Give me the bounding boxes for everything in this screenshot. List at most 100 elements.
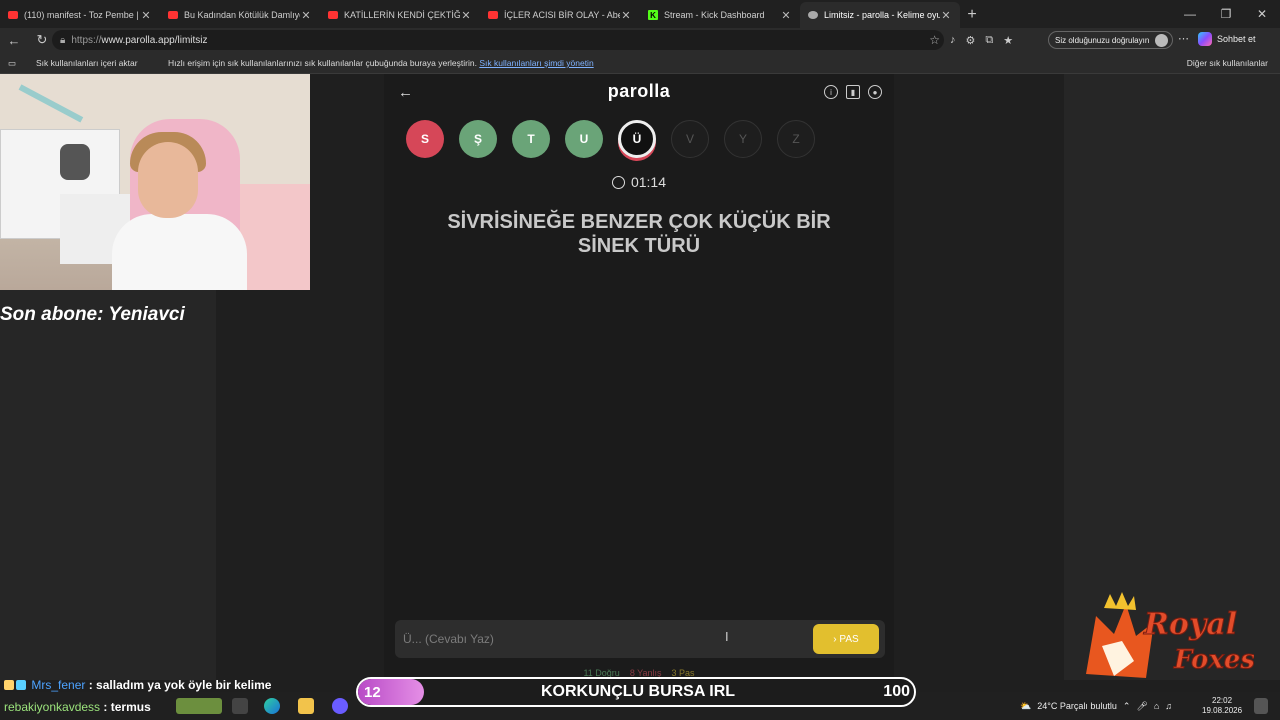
letter-t: T — [512, 120, 550, 158]
text-cursor-icon: I — [725, 629, 729, 644]
user-icon[interactable]: ● — [868, 85, 882, 99]
app-header: ← parolla i ▮ ● — [384, 74, 894, 112]
letter-y: Y — [724, 120, 762, 158]
globe-icon — [808, 11, 818, 19]
new-tab-button[interactable]: + — [960, 2, 984, 28]
favorite-star-icon[interactable]: ☆ — [929, 33, 940, 47]
chevron-up-icon[interactable]: ⌃ — [1123, 701, 1131, 712]
royal-foxes-logo: Royal Foxes — [1086, 592, 1254, 678]
tab-title: Limitsiz - parolla - Kelime oyunu — [824, 10, 940, 20]
close-tab-icon[interactable]: ✕ — [300, 9, 312, 22]
copilot-label: Sohbet et — [1217, 34, 1256, 44]
youtube-icon — [328, 11, 338, 19]
tab-title: Bu Kadından Kötülük Damlıyor - ' — [184, 10, 300, 20]
split-screen-icon[interactable]: ⧉ — [985, 34, 993, 47]
maximize-icon[interactable]: ❐ — [1208, 0, 1244, 28]
youtube-icon — [488, 11, 498, 19]
tab-3[interactable]: KATİLLERİN KENDİ ÇEKTİĞİ 7 Korl ✕ — [320, 2, 480, 28]
last-subscriber: Son abone: Yeniavci — [0, 304, 185, 325]
screen: (110) manifest - Toz Pembe | Offic ✕ Bu … — [0, 0, 1280, 720]
info-icon[interactable]: i — [824, 85, 838, 99]
url-host: www.parolla.app/limitsiz — [101, 34, 208, 46]
profile-button[interactable]: Siz olduğunuzu doğrulayın — [1048, 31, 1174, 49]
network-icon[interactable]: ⌂ — [1154, 701, 1159, 711]
close-tab-icon[interactable]: ✕ — [460, 9, 472, 22]
copilot-button[interactable]: Sohbet et — [1198, 32, 1256, 46]
chat-text: : termus — [103, 700, 151, 714]
url-protocol: https:// — [71, 34, 102, 46]
notification-icon[interactable] — [1254, 698, 1268, 714]
youtube-icon — [168, 11, 178, 19]
avatar — [1155, 33, 1169, 47]
plant-widget-icon[interactable] — [176, 698, 222, 714]
url-field[interactable]: 🔒︎ https:// www.parolla.app/limitsiz ☆ — [52, 30, 944, 50]
favorites-icon[interactable]: ★ — [1003, 34, 1013, 47]
taskbar-clock[interactable]: 22:02 19.08.2026 — [1202, 696, 1242, 716]
read-aloud-icon[interactable]: ♪ — [950, 34, 956, 46]
system-tray: ⛅ 24°C Parçalı bulutlu ⌃ 🎤︎ ⌂ ♫ — [1020, 692, 1172, 720]
tab-title: Stream - Kick Dashboard — [664, 10, 765, 20]
tab-5[interactable]: K Stream - Kick Dashboard ✕ — [640, 2, 800, 28]
back-icon[interactable]: ← — [0, 33, 28, 48]
answer-bar: I › PAS — [395, 620, 885, 658]
more-menu-icon[interactable]: ⋯ — [1178, 32, 1189, 45]
chat-text: : salladım ya yok öyle bir kelime — [88, 678, 272, 692]
goal-target: 100 — [883, 683, 910, 700]
question-line-1: SİVRİSİNEĞE BENZER ÇOK KÜÇÜK BİR — [447, 211, 831, 233]
close-tab-icon[interactable]: ✕ — [780, 9, 792, 22]
tab-4[interactable]: İÇLER ACISI BİR OLAY - Aberfan Fa ✕ — [480, 2, 640, 28]
timer: 01:14 — [384, 174, 894, 190]
bookmarks-bar: ▭ Sık kullanılanları içeri aktar Hızlı e… — [0, 52, 1280, 74]
toolbar-icons: ♪ ⚙ ⧉ ★ — [950, 28, 1013, 52]
app-logo: parolla — [607, 81, 671, 101]
app-icon[interactable] — [332, 698, 348, 714]
tab-1[interactable]: (110) manifest - Toz Pembe | Offic ✕ — [0, 2, 160, 28]
pass-button[interactable]: › PAS — [813, 624, 879, 654]
minimize-icon[interactable]: — — [1172, 0, 1208, 28]
stream-title: KORKUNÇLU BURSA IRL — [540, 683, 736, 700]
import-favorites-link[interactable]: Sık kullanılanları içeri aktar — [36, 58, 138, 68]
stats-icon[interactable]: ▮ — [846, 85, 860, 99]
volume-icon[interactable]: ♫ — [1165, 701, 1172, 711]
tab-title: İÇLER ACISI BİR OLAY - Aberfan Fa — [504, 10, 620, 20]
clock-date: 19.08.2026 — [1202, 706, 1243, 715]
other-favorites-folder[interactable]: Diğer sık kullanılanlar — [1187, 58, 1268, 68]
bookmarks-hint: Hızlı erişim için sık kullanılanlarınızı… — [168, 58, 594, 68]
lock-icon: 🔒︎ — [60, 34, 66, 46]
weather-text[interactable]: 24°C Parçalı bulutlu — [1037, 701, 1117, 711]
close-window-icon[interactable]: ✕ — [1244, 0, 1280, 28]
kick-icon: K — [648, 10, 658, 20]
letter-s: S — [406, 120, 444, 158]
edge-icon[interactable] — [264, 698, 280, 714]
weather-icon: ⛅ — [1020, 700, 1032, 711]
tab-title: (110) manifest - Toz Pembe | Offic — [24, 10, 140, 20]
chat-message: Mrs_fener : salladım ya yok öyle bir kel… — [4, 678, 271, 692]
bookmarks-hint-text: Hızlı erişim için sık kullanılanlarınızı… — [168, 58, 477, 68]
copilot-icon — [1198, 32, 1212, 46]
badge-icon — [4, 680, 14, 690]
webcam-feed — [0, 74, 310, 290]
pass-label: PAS — [839, 633, 859, 645]
folder-icon[interactable] — [298, 698, 314, 714]
import-icon[interactable]: ▭ — [8, 58, 16, 69]
extensions-icon[interactable]: ⚙ — [966, 34, 976, 47]
close-tab-icon[interactable]: ✕ — [140, 9, 152, 22]
close-tab-icon[interactable]: ✕ — [620, 9, 632, 22]
tab-6-active[interactable]: Limitsiz - parolla - Kelime oyunu ✕ — [800, 2, 960, 28]
chat-username: rebakiyonkavdess — [4, 700, 101, 714]
question-text: SİVRİSİNEĞE BENZER ÇOK KÜÇÜK BİR SİNEK T… — [424, 210, 854, 258]
mic-icon[interactable]: 🎤︎ — [1136, 701, 1147, 712]
profile-label: Siz olduğunuzu doğrulayın — [1055, 35, 1150, 45]
manage-favorites-link[interactable]: Sık kullanılanları şimdi yönetin — [479, 58, 593, 68]
close-tab-icon[interactable]: ✕ — [940, 9, 952, 22]
chat-username: Mrs_fener — [31, 678, 86, 692]
header-icons: i ▮ ● — [824, 85, 882, 99]
tab-2[interactable]: Bu Kadından Kötülük Damlıyor - ' ✕ — [160, 2, 320, 28]
chat-message: rebakiyonkavdess : termus — [4, 700, 151, 714]
task-view-icon[interactable] — [232, 698, 248, 714]
parolla-app: ← parolla i ▮ ● S Ş T U Ü V Y Z 01:14 Sİ… — [384, 74, 894, 680]
window-controls: — ❐ ✕ — [1172, 0, 1280, 28]
stream-goal-bar: 12 KORKUNÇLU BURSA IRL 100 — [356, 677, 916, 707]
timer-value: 01:14 — [630, 174, 667, 190]
browser-tab-strip: (110) manifest - Toz Pembe | Offic ✕ Bu … — [0, 0, 1280, 28]
